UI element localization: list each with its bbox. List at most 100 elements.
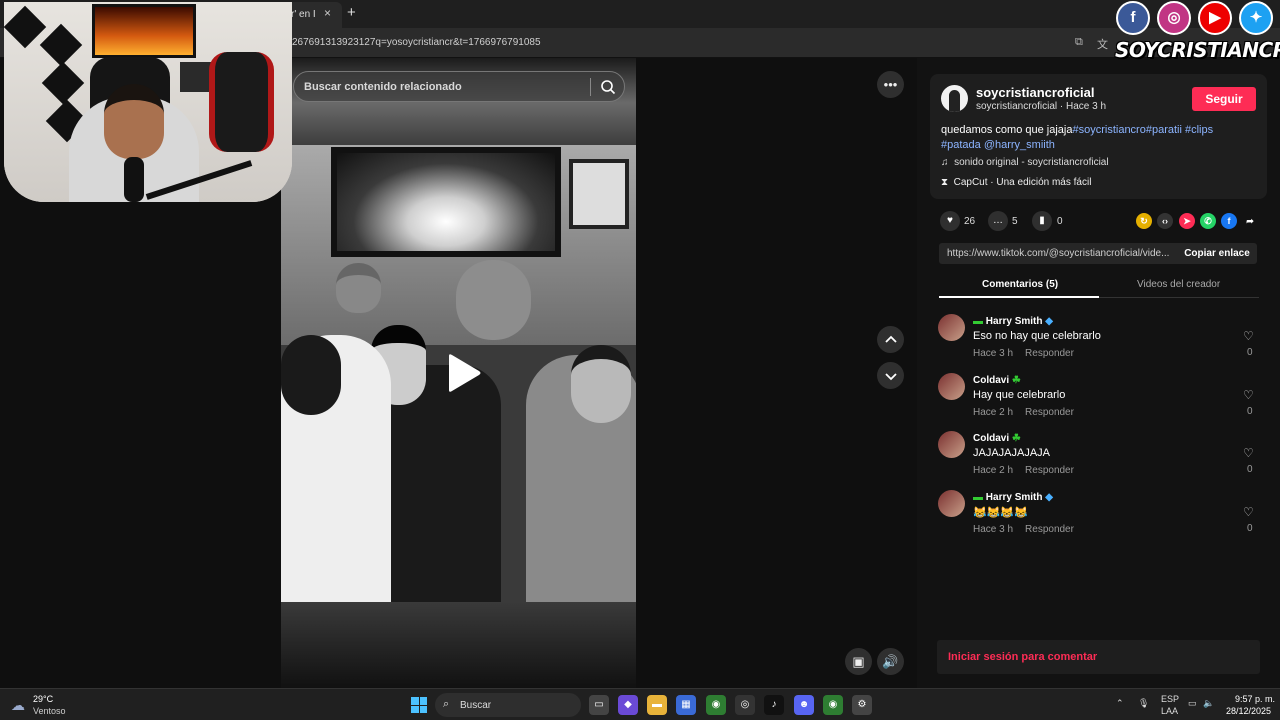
- active-tab-indicator: [939, 296, 1099, 298]
- comment-like-icon[interactable]: ♡: [1243, 329, 1254, 343]
- hashtag[interactable]: #patada: [941, 139, 981, 151]
- chrome-alt-icon[interactable]: ◉: [823, 695, 843, 715]
- task-view-icon[interactable]: ▭: [589, 695, 609, 715]
- commenter-avatar[interactable]: [938, 373, 965, 400]
- hashtag[interactable]: #soycristiancro: [1072, 124, 1145, 136]
- more-options-icon[interactable]: •••: [877, 71, 904, 98]
- commenter-avatar[interactable]: [938, 314, 965, 341]
- comment-like-count: 0: [1247, 347, 1253, 358]
- webcam-overlay: [4, 2, 292, 202]
- comment-item: ▬ Harry Smith ◆ 😹😹😹😹 Hace 3 h Responder ♡…: [938, 490, 1260, 540]
- comment-text: Hay que celebrarlo: [973, 389, 1066, 401]
- save-count: 0: [1057, 216, 1063, 227]
- whatsapp-icon[interactable]: ✆: [1200, 213, 1216, 229]
- tray-chevron-icon[interactable]: ⌃: [1116, 698, 1124, 709]
- login-to-comment[interactable]: Iniciar sesión para comentar: [937, 640, 1260, 674]
- taskbar-search[interactable]: ⌕ Buscar: [435, 693, 581, 717]
- comment-text: JAJAJAJAJAJA: [973, 447, 1051, 459]
- comment-like-icon[interactable]: ♡: [1243, 446, 1254, 460]
- badge-icon: ▬: [973, 316, 983, 327]
- facebook-icon[interactable]: f: [1221, 213, 1237, 229]
- brand-wordmark: SOYCRISTIANCR: [1115, 38, 1280, 62]
- copy-link-button[interactable]: Copiar enlace: [1177, 243, 1257, 264]
- translate-icon[interactable]: 文: [1097, 36, 1108, 52]
- settings-icon[interactable]: ⚙: [852, 695, 872, 715]
- previous-video-icon[interactable]: [877, 326, 904, 353]
- comment-like-icon[interactable]: ♡: [1243, 505, 1254, 519]
- post-description: quedamos como que jajaja#soycristiancro#…: [941, 124, 1214, 151]
- reply-button[interactable]: Responder: [1025, 407, 1074, 418]
- clover-icon: ☘: [1011, 433, 1021, 444]
- discord-icon[interactable]: ☻: [794, 695, 814, 715]
- author-name[interactable]: soycristiancroficial: [976, 85, 1095, 100]
- reply-button[interactable]: Responder: [1025, 465, 1074, 476]
- share-icon[interactable]: ➦: [1242, 213, 1258, 229]
- url-field[interactable]: 267691313923127q=yosoycristiancr&t=17669…: [292, 37, 541, 48]
- speaker-icon[interactable]: 🔈: [1203, 698, 1214, 709]
- like-icon[interactable]: ♥: [940, 211, 960, 231]
- comment-count: 5: [1012, 216, 1018, 227]
- bookmark-icon[interactable]: ▮: [1032, 211, 1052, 231]
- lang-secondary[interactable]: LAA: [1161, 706, 1178, 716]
- commenter-avatar[interactable]: [938, 431, 965, 458]
- login-prompt[interactable]: Iniciar sesión para comentar: [948, 651, 1097, 663]
- windows-start-icon[interactable]: [411, 697, 427, 713]
- new-tab-icon[interactable]: +: [347, 4, 356, 21]
- file-explorer-icon[interactable]: ▬: [647, 695, 667, 715]
- share-link-box: https://www.tiktok.com/@soycristiancrofi…: [939, 243, 1257, 264]
- tab-creator-videos[interactable]: Videos del creador: [1137, 279, 1220, 290]
- clock-time[interactable]: 9:57 p. m.: [1235, 694, 1275, 704]
- music-row[interactable]: ♫ sonido original - soycristiancroficial: [941, 157, 1109, 168]
- chrome-icon[interactable]: ◉: [706, 695, 726, 715]
- send-icon[interactable]: ➤: [1179, 213, 1195, 229]
- miniplayer-icon[interactable]: ▣: [845, 648, 872, 675]
- post-info-card: soycristiancroficial soycristiancroficia…: [930, 74, 1267, 199]
- volume-icon[interactable]: 🔊: [877, 648, 904, 675]
- badge-icon: ▬: [973, 492, 983, 503]
- store-icon[interactable]: ▦: [676, 695, 696, 715]
- repost-icon[interactable]: ↻: [1136, 213, 1152, 229]
- related-search[interactable]: Buscar contenido relacionado: [293, 71, 625, 102]
- streamer: [104, 84, 164, 159]
- comment-text: 😹😹😹😹: [973, 507, 1028, 519]
- embed-icon[interactable]: ‹›: [1157, 213, 1173, 229]
- search-icon: ⌕: [443, 698, 450, 710]
- mention[interactable]: @harry_smiith: [984, 139, 1055, 151]
- search-placeholder: Buscar contenido relacionado: [304, 81, 462, 93]
- play-icon[interactable]: [443, 352, 483, 394]
- network-icon[interactable]: ▭: [1188, 698, 1197, 709]
- next-video-icon[interactable]: [877, 362, 904, 389]
- webcam-fireplace: [92, 4, 196, 58]
- comment-like-icon[interactable]: ♡: [1243, 388, 1254, 402]
- commenter-avatar[interactable]: [938, 490, 965, 517]
- author-subtitle: soycristiancroficial · Hace 3 h: [976, 101, 1107, 112]
- search-icon[interactable]: [600, 79, 616, 95]
- comment-text: Eso no hay que celebrarlo: [973, 330, 1101, 342]
- install-icon[interactable]: ⧉: [1075, 36, 1083, 49]
- capcut-row[interactable]: ⧗ CapCut · Una edición más fácil: [941, 177, 1091, 188]
- reply-button[interactable]: Responder: [1025, 524, 1074, 535]
- lang-primary[interactable]: ESP: [1161, 694, 1179, 704]
- hashtag[interactable]: #paratii: [1146, 124, 1182, 136]
- mic-tray-icon[interactable]: 🎙: [1138, 698, 1149, 709]
- instagram-logo-icon: ◎: [1157, 1, 1191, 35]
- comment-icon[interactable]: …: [988, 211, 1008, 231]
- comment-time: Hace 2 h: [973, 465, 1014, 476]
- comment-like-count: 0: [1247, 406, 1253, 417]
- close-tab-icon[interactable]: ×: [324, 6, 331, 20]
- verified-icon: ◆: [1045, 492, 1053, 503]
- tab-comments[interactable]: Comentarios (5): [982, 279, 1058, 290]
- copilot-icon[interactable]: ◆: [618, 695, 638, 715]
- follow-button[interactable]: Seguir: [1192, 87, 1256, 111]
- share-link[interactable]: https://www.tiktok.com/@soycristiancrofi…: [947, 248, 1172, 259]
- obs-icon[interactable]: ◎: [735, 695, 755, 715]
- hashtag[interactable]: #clips: [1185, 124, 1213, 136]
- author-avatar[interactable]: [941, 85, 968, 112]
- clock-date[interactable]: 28/12/2025: [1226, 706, 1271, 716]
- reply-button[interactable]: Responder: [1025, 348, 1074, 359]
- clover-icon: ☘: [1011, 375, 1021, 386]
- commenter-name: Coldavi: [973, 375, 1010, 386]
- comment-like-count: 0: [1247, 523, 1253, 534]
- weather-icon[interactable]: ☁: [11, 697, 25, 714]
- tiktok-icon[interactable]: ♪: [764, 695, 784, 715]
